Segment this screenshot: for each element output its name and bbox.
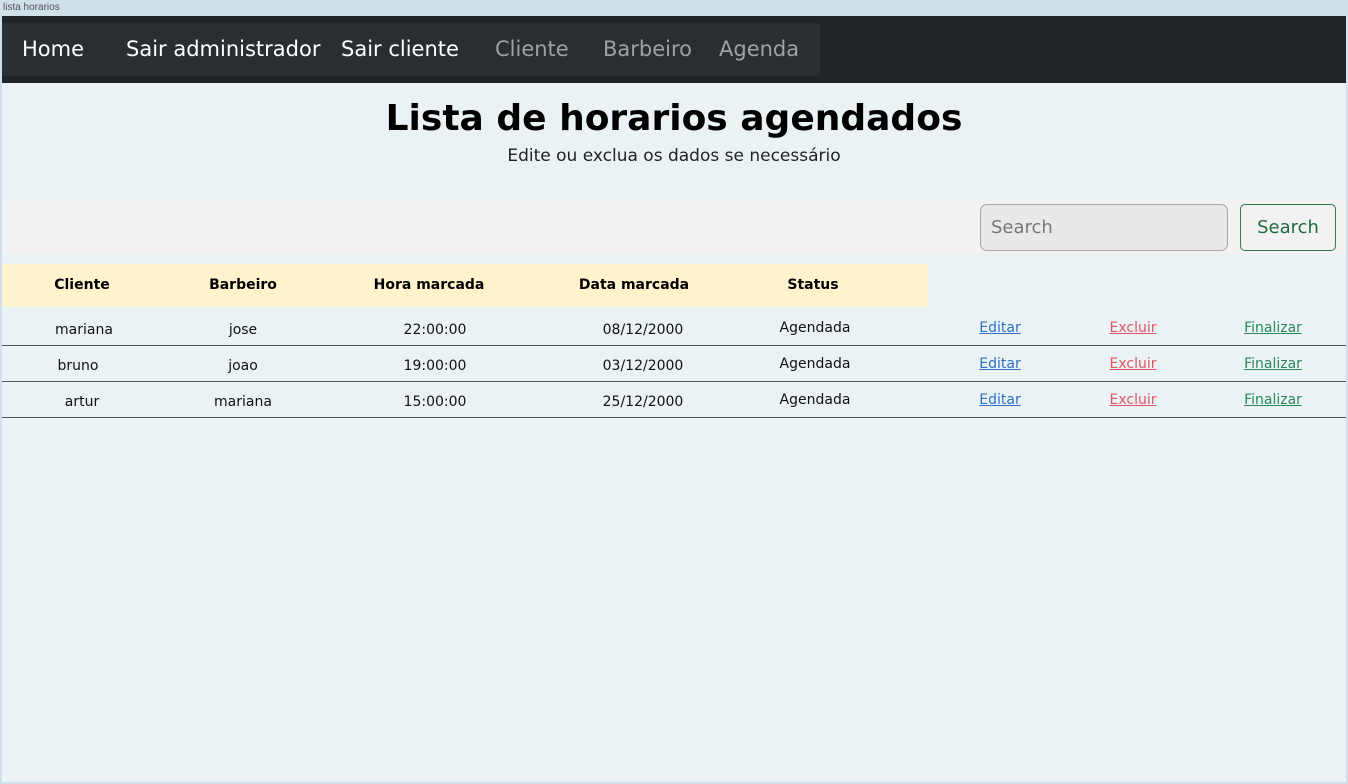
- edit-link[interactable]: Editar: [979, 392, 1020, 408]
- cell-cliente: bruno: [57, 358, 99, 374]
- column-header-hora-marcada: Hora marcada: [373, 277, 485, 293]
- table-row: artur mariana 15:00:00 25/12/2000 Agenda…: [2, 382, 1346, 418]
- cell-cliente: mariana: [55, 322, 113, 338]
- column-header-status: Status: [787, 277, 839, 293]
- delete-link[interactable]: Excluir: [1110, 320, 1157, 336]
- column-header-cliente: Cliente: [54, 277, 110, 293]
- cell-data: 25/12/2000: [602, 394, 684, 410]
- cell-data: 08/12/2000: [602, 322, 684, 338]
- page-title: Lista de horarios agendados: [385, 98, 963, 139]
- cell-status: Agendada: [779, 392, 851, 408]
- cell-data: 03/12/2000: [602, 358, 684, 374]
- nav-agenda[interactable]: Agenda: [719, 36, 799, 62]
- table-row: bruno joao 19:00:00 03/12/2000 Agendada …: [2, 346, 1346, 382]
- cell-barbeiro: joao: [228, 358, 258, 374]
- window-title: lista horarios: [3, 2, 60, 13]
- nav-home[interactable]: Home: [22, 36, 84, 62]
- cell-barbeiro: jose: [228, 322, 258, 338]
- nav-barbeiro[interactable]: Barbeiro: [603, 36, 692, 62]
- delete-link[interactable]: Excluir: [1110, 392, 1157, 408]
- cell-hora: 19:00:00: [403, 358, 467, 374]
- nav-sair-cliente[interactable]: Sair cliente: [341, 36, 459, 62]
- cell-status: Agendada: [779, 320, 851, 336]
- column-header-data-marcada: Data marcada: [578, 277, 690, 293]
- nav-cliente[interactable]: Cliente: [495, 36, 569, 62]
- cell-status: Agendada: [779, 356, 851, 372]
- navbar: Home Sair administrador Sair cliente Cli…: [2, 16, 1346, 83]
- column-header-barbeiro: Barbeiro: [209, 277, 277, 293]
- cell-hora: 22:00:00: [403, 322, 467, 338]
- edit-link[interactable]: Editar: [979, 320, 1020, 336]
- cell-cliente: artur: [64, 394, 100, 410]
- cell-barbeiro: mariana: [214, 394, 272, 410]
- nav-sair-administrador[interactable]: Sair administrador: [126, 36, 320, 62]
- search-input[interactable]: [980, 204, 1228, 251]
- delete-link[interactable]: Excluir: [1110, 356, 1157, 372]
- finish-link[interactable]: Finalizar: [1244, 392, 1302, 408]
- finish-link[interactable]: Finalizar: [1244, 356, 1302, 372]
- table-row: mariana jose 22:00:00 08/12/2000 Agendad…: [2, 310, 1346, 346]
- cell-hora: 15:00:00: [403, 394, 467, 410]
- page-subtitle: Edite ou exclua os dados se necessário: [507, 146, 841, 166]
- table-header: Cliente Barbeiro Hora marcada Data marca…: [2, 264, 928, 307]
- edit-link[interactable]: Editar: [979, 356, 1020, 372]
- search-button[interactable]: Search: [1240, 204, 1336, 251]
- search-bar: Search: [2, 200, 1346, 254]
- finish-link[interactable]: Finalizar: [1244, 320, 1302, 336]
- app-window: Home Sair administrador Sair cliente Cli…: [2, 16, 1346, 782]
